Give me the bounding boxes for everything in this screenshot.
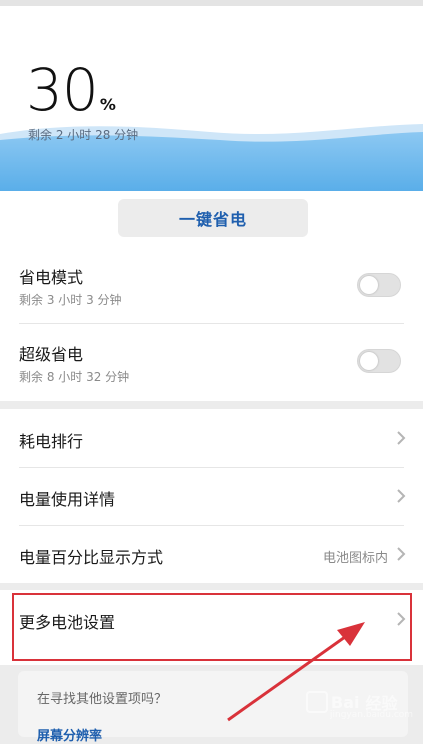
super-saving-subtitle: 剩余 8 小时 32 分钟 [19, 370, 130, 384]
super-saving-title: 超级省电 [19, 345, 84, 364]
battery-percent-sign: % [99, 95, 116, 114]
battery-header: 30 % 剩余 2 小时 28 分钟 [0, 6, 423, 191]
battery-menu-group: 耗电排行 电量使用详情 电量百分比显示方式 电池图标内 [0, 409, 423, 583]
battery-percent-value: 30 [26, 56, 99, 124]
usage-details-label: 电量使用详情 [19, 490, 116, 509]
chevron-right-icon [397, 489, 406, 503]
screen-resolution-link[interactable]: 屏幕分辨率 [37, 725, 102, 744]
power-saving-mode-toggle[interactable] [357, 273, 401, 297]
super-saving-toggle[interactable] [357, 349, 401, 373]
toggle-knob [360, 352, 378, 370]
suggestion-question: 在寻找其他设置项吗？ [37, 692, 168, 707]
power-mode-group: 省电模式 剩余 3 小时 3 分钟 超级省电 剩余 8 小时 32 分钟 [0, 245, 423, 401]
one-click-section: 一键省电 [0, 191, 423, 245]
super-saving-row[interactable]: 超级省电 剩余 8 小时 32 分钟 [0, 324, 423, 401]
chevron-right-icon [397, 431, 406, 445]
percentage-display-value: 电池图标内 [322, 551, 388, 566]
percentage-display-label: 电量百分比显示方式 [19, 548, 164, 567]
power-saving-mode-row[interactable]: 省电模式 剩余 3 小时 3 分钟 [0, 245, 423, 323]
battery-percent: 30 % [26, 58, 116, 122]
chevron-right-icon [397, 547, 406, 561]
watermark-text: Bai [331, 692, 360, 712]
battery-remaining-time: 剩余 2 小时 28 分钟 [28, 128, 139, 142]
highlight-annotation-box [12, 593, 412, 661]
watermark-subtext: jingyan.baidu.com [330, 710, 414, 720]
power-saving-mode-title: 省电模式 [19, 268, 84, 287]
one-click-saver-button[interactable]: 一键省电 [118, 199, 308, 237]
percentage-display-row[interactable]: 电量百分比显示方式 电池图标内 [0, 526, 423, 583]
power-ranking-label: 耗电排行 [19, 432, 84, 451]
usage-details-row[interactable]: 电量使用详情 [0, 468, 423, 525]
power-saving-mode-subtitle: 剩余 3 小时 3 分钟 [19, 293, 122, 307]
power-ranking-row[interactable]: 耗电排行 [0, 409, 423, 467]
paw-logo-icon [306, 691, 328, 713]
baidu-watermark: Bai 经验 jingyan.baidu.com [306, 690, 413, 720]
toggle-knob [360, 276, 378, 294]
